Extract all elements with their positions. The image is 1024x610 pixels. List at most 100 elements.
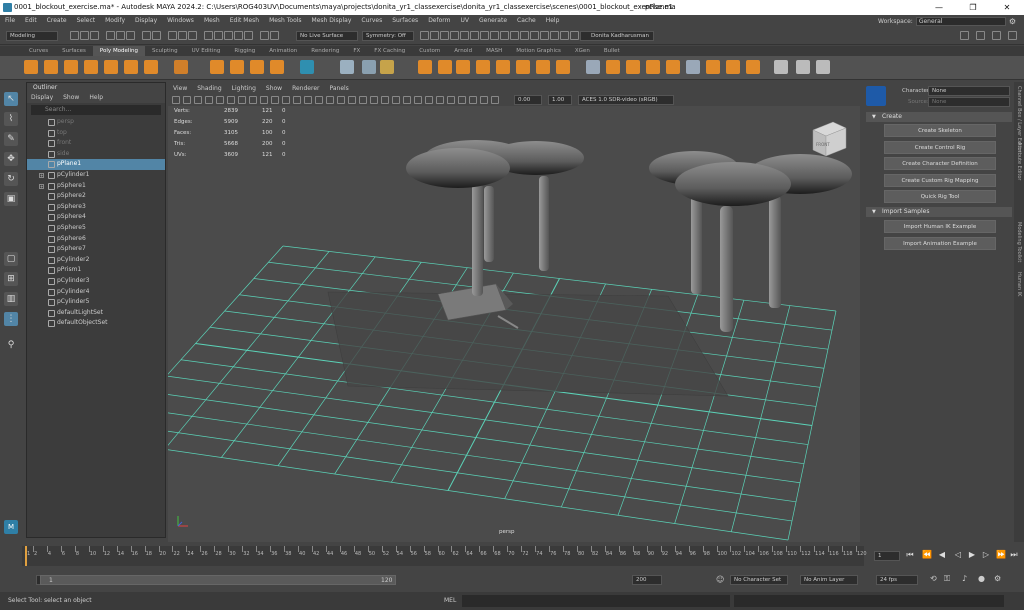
menu-mesh-tools[interactable]: Mesh Tools: [264, 15, 306, 27]
menuset-dropdown[interactable]: Modeling: [6, 31, 58, 41]
time-ruler[interactable]: 1 2 4 6 8 10 12 14 16 18 20 22 24 26 28 30 32 34 36 38 40 42 4…: [22, 546, 867, 566]
status-tool-icon[interactable]: [992, 31, 1001, 40]
hik-create-control-rig-button[interactable]: Create Control Rig: [884, 140, 996, 154]
menu-uv[interactable]: UV: [456, 15, 475, 27]
workspace-dropdown[interactable]: General: [915, 16, 1006, 26]
viewport-tool-icon[interactable]: [370, 96, 378, 104]
cylinder-stem-1[interactable]: [472, 184, 483, 296]
outliner-item-pprism1[interactable]: pPrism1: [27, 265, 165, 276]
shelf-tool-icon[interactable]: [456, 60, 470, 74]
viewport-tool-icon[interactable]: [249, 96, 257, 104]
shelf-tool-icon[interactable]: [418, 60, 432, 74]
shelf-tool-icon[interactable]: [44, 60, 58, 74]
auto-key-icon[interactable]: ●: [978, 574, 985, 583]
move-tool-icon[interactable]: ✥: [4, 152, 18, 166]
shelf-tool-icon[interactable]: [340, 60, 354, 74]
viewport-tool-icon[interactable]: [227, 96, 235, 104]
menu-surfaces[interactable]: Surfaces: [387, 15, 423, 27]
status-tool-icon[interactable]: [234, 31, 243, 40]
shelf-tab-xgen[interactable]: XGen: [568, 46, 597, 56]
status-tool-icon[interactable]: [70, 31, 79, 40]
outliner-item-psphere1[interactable]: + pSphere1: [27, 181, 165, 192]
viewport-menu-lighting[interactable]: Lighting: [227, 84, 261, 94]
mel-label[interactable]: MEL: [444, 597, 456, 604]
status-tool-icon[interactable]: [976, 31, 985, 40]
shelf-tool-icon[interactable]: [300, 60, 314, 74]
menu-display[interactable]: Display: [130, 15, 162, 27]
close-button[interactable]: ✕: [990, 0, 1024, 15]
side-tab-modeling-toolkit[interactable]: Modeling Toolkit: [1015, 222, 1023, 262]
status-tool-icon[interactable]: [168, 31, 177, 40]
status-tool-icon[interactable]: [188, 31, 197, 40]
viewport-tool-icon[interactable]: [216, 96, 224, 104]
gear-icon[interactable]: ⚙: [1009, 17, 1016, 26]
hik-create-character-definition-button[interactable]: Create Character Definition: [884, 157, 996, 170]
outliner-item-psphere5[interactable]: pSphere5: [27, 223, 165, 234]
outliner-item-psphere7[interactable]: pSphere7: [27, 244, 165, 255]
sphere-cap-6[interactable]: [675, 162, 791, 206]
menu-cache[interactable]: Cache: [512, 15, 541, 27]
menu-help[interactable]: Help: [541, 15, 565, 27]
shelf-tool-icon[interactable]: [606, 60, 620, 74]
outliner-item-defaultobjectset[interactable]: defaultObjectSet: [27, 318, 165, 329]
fps-dropdown[interactable]: 24 fps: [876, 575, 918, 585]
status-tool-icon[interactable]: [224, 31, 233, 40]
viewport-tool-icon[interactable]: [436, 96, 444, 104]
cylinder-stem-2[interactable]: [484, 186, 494, 262]
outliner-menu-help[interactable]: Help: [89, 93, 103, 103]
status-tool-icon[interactable]: [420, 31, 429, 40]
menu-mesh[interactable]: Mesh: [199, 15, 225, 27]
outliner-item-side[interactable]: side: [27, 149, 165, 160]
sound-icon[interactable]: ♪: [962, 574, 967, 583]
status-tool-icon[interactable]: [560, 31, 569, 40]
preferences-icon[interactable]: ⚙: [994, 574, 1001, 583]
playhead[interactable]: [25, 546, 27, 566]
shelf-tool-icon[interactable]: [84, 60, 98, 74]
hik-import-human-ik-example-button[interactable]: Import Human IK Example: [884, 220, 996, 233]
play-forward-icon[interactable]: ▶: [968, 551, 976, 559]
shelf-tool-icon[interactable]: [210, 60, 224, 74]
go-to-end-icon[interactable]: ⏭: [1010, 551, 1018, 559]
viewport-tool-icon[interactable]: [381, 96, 389, 104]
side-tab-human-ik[interactable]: Human IK: [1015, 272, 1023, 296]
cylinder-stem-6[interactable]: [720, 206, 733, 332]
viewport-tool-icon[interactable]: [392, 96, 400, 104]
status-tool-icon[interactable]: [178, 31, 187, 40]
status-tool-icon[interactable]: [1008, 31, 1017, 40]
expand-icon[interactable]: +: [39, 172, 44, 178]
character-set-dropdown[interactable]: No Character Set: [730, 575, 788, 585]
shelf-tool-icon[interactable]: [362, 60, 376, 74]
viewport-tool-icon[interactable]: [447, 96, 455, 104]
viewport-tool-icon[interactable]: [348, 96, 356, 104]
viewport-tool-icon[interactable]: [403, 96, 411, 104]
shelf-tool-icon[interactable]: [516, 60, 530, 74]
gamma-field[interactable]: 1.00: [548, 95, 572, 105]
menu-edit-mesh[interactable]: Edit Mesh: [225, 15, 264, 27]
shelf-tool-icon[interactable]: [104, 60, 118, 74]
shelf-tab-bullet[interactable]: Bullet: [597, 46, 627, 56]
status-tool-icon[interactable]: [214, 31, 223, 40]
menu-curves[interactable]: Curves: [356, 15, 387, 27]
outliner-item-pcylinder4[interactable]: pCylinder4: [27, 287, 165, 298]
time-slider[interactable]: 1 2 4 6 8 10 12 14 16 18 20 22 24 26 28 30 32 34 36 38 40 42 4…: [0, 543, 1024, 570]
viewport-tool-icon[interactable]: [414, 96, 422, 104]
shelf-tool-icon[interactable]: [496, 60, 510, 74]
shelf-tab-curves[interactable]: Curves: [22, 46, 55, 56]
create-section[interactable]: ▼ Create: [866, 112, 1012, 122]
viewport-menu-show[interactable]: Show: [261, 84, 287, 94]
viewport-menu-shading[interactable]: Shading: [192, 84, 226, 94]
shelf-tab-motion-graphics[interactable]: Motion Graphics: [509, 46, 568, 56]
hik-quick-rig-tool-button[interactable]: Quick Rig Tool: [884, 190, 996, 203]
status-tool-icon[interactable]: [116, 31, 125, 40]
viewport-tool-icon[interactable]: [425, 96, 433, 104]
viewport-tool-icon[interactable]: [491, 96, 499, 104]
exposure-field[interactable]: 0.00: [514, 95, 542, 105]
outliner-item-pplane1[interactable]: pPlane1: [27, 159, 165, 170]
viewport-tool-icon[interactable]: [480, 96, 488, 104]
step-forward-frame-icon[interactable]: ▷: [982, 551, 990, 559]
live-surface-dropdown[interactable]: No Live Surface: [296, 31, 358, 41]
select-tool-icon[interactable]: ↖: [4, 92, 18, 106]
outliner-menu-display[interactable]: Display: [31, 93, 53, 103]
shelf-tool-icon[interactable]: [476, 60, 490, 74]
status-tool-icon[interactable]: [500, 31, 509, 40]
